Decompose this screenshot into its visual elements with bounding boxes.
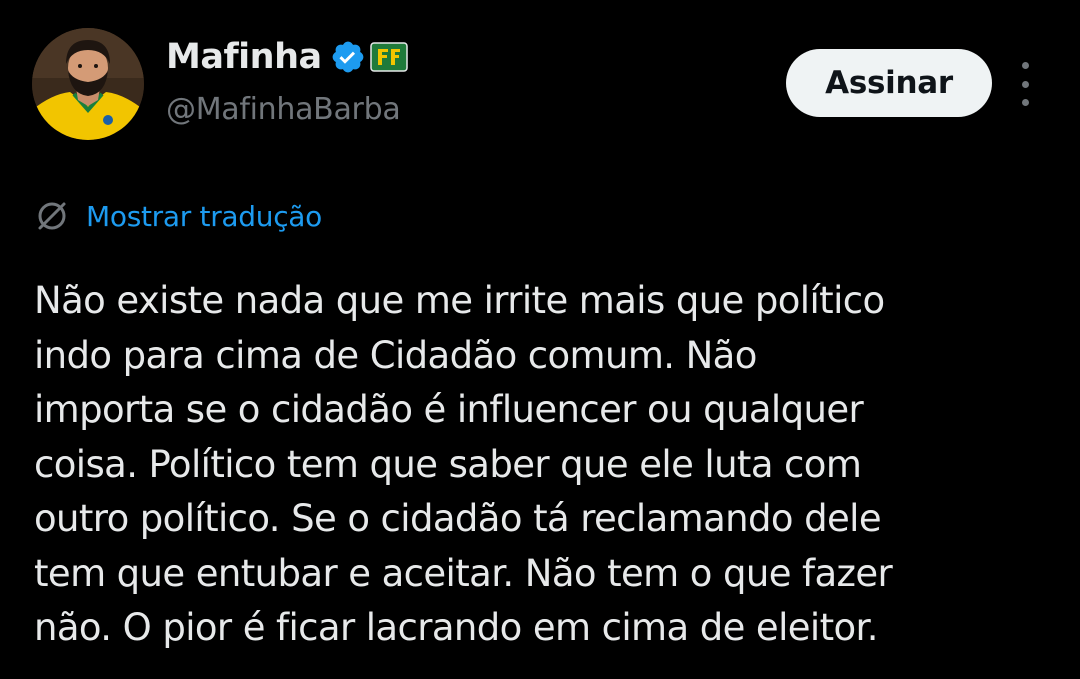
tweet-text-line: importa se o cidadão é influencer ou qua… (34, 388, 864, 431)
show-translation-link[interactable]: Mostrar tradução (86, 200, 322, 233)
show-translation-row[interactable]: Mostrar tradução (34, 196, 322, 236)
user-handle[interactable]: @MafinhaBarba (166, 92, 408, 127)
tweet-text-line: outro político. Se o cidadão tá reclaman… (34, 497, 882, 540)
author-info: Mafinha @MafinhaBarba (166, 34, 408, 127)
profile-photo (32, 28, 144, 140)
tweet-text: Não existe nada que me irrite mais que p… (34, 274, 1054, 656)
verified-badge-icon[interactable] (330, 39, 366, 75)
dot (1021, 99, 1029, 106)
tweet-text-line: Não existe nada que me irrite mais que p… (34, 279, 885, 322)
affiliate-badge-icon[interactable] (369, 42, 408, 72)
avatar[interactable] (32, 28, 144, 140)
tweet-text-line: indo para cima de Cidadão comum. Não (34, 333, 757, 377)
display-name[interactable]: Mafinha (166, 37, 322, 77)
dot (1021, 62, 1029, 69)
tweet-text-line: coisa. Político tem que saber que ele lu… (34, 442, 862, 486)
more-options-icon[interactable] (1010, 62, 1040, 106)
globe-icon (38, 202, 66, 230)
dot (1021, 80, 1029, 88)
name-row: Mafinha (166, 34, 408, 80)
tweet: Mafinha @MafinhaBarba Assinar Mostrar tr… (0, 0, 1080, 679)
tweet-text-line: não. O pior é ficar lacrando em cima de … (34, 606, 879, 649)
tweet-text-line: tem que entubar e aceitar. Não tem o que… (34, 551, 893, 595)
subscribe-button[interactable]: Assinar (786, 49, 992, 117)
